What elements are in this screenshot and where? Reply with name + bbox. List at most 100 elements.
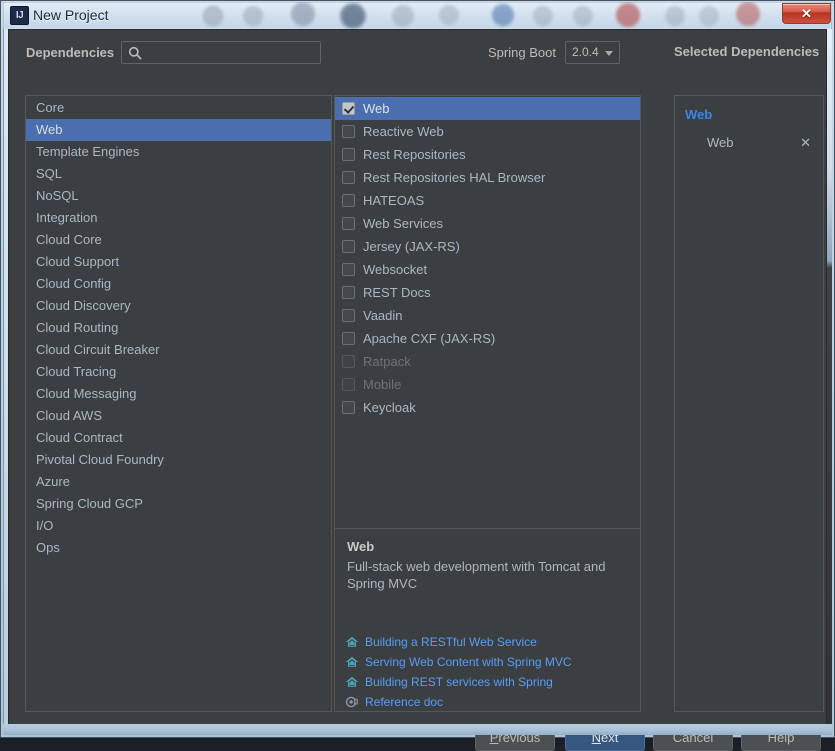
checkbox-icon[interactable] [342, 240, 355, 253]
category-row[interactable]: Spring Cloud GCP [26, 493, 331, 515]
dependency-option-row[interactable]: Jersey (JAX-RS) [335, 235, 640, 258]
category-label: Cloud Routing [36, 320, 119, 335]
dependency-option-row[interactable]: Web Services [335, 212, 640, 235]
category-row[interactable]: Azure [26, 471, 331, 493]
category-row[interactable]: Cloud Core [26, 229, 331, 251]
category-row[interactable]: I/O [26, 515, 331, 537]
category-row[interactable]: Cloud Routing [26, 317, 331, 339]
category-label: Azure [36, 474, 70, 489]
checkbox-icon [342, 378, 355, 391]
info-link-label[interactable]: Reference doc [365, 695, 443, 710]
remove-dependency-icon[interactable]: ✕ [800, 132, 811, 154]
category-row[interactable]: Cloud Circuit Breaker [26, 339, 331, 361]
checkbox-icon[interactable] [342, 286, 355, 299]
category-label: Cloud Support [36, 254, 120, 269]
dependency-categories-panel: Core Web Template Engines SQL NoSQL Integrati… [25, 95, 332, 712]
title-bar-background [3, 2, 832, 29]
checkbox-icon [342, 355, 355, 368]
checkbox-icon[interactable] [342, 125, 355, 138]
category-label: Cloud Messaging [36, 386, 137, 401]
category-row[interactable]: Ops [26, 537, 331, 559]
category-row[interactable]: Cloud AWS [26, 405, 331, 427]
dialog-content: Dependencies Spring Boot 2.0.4 Selected … [8, 29, 827, 751]
category-row[interactable]: Cloud Config [26, 273, 331, 295]
dependency-option-row[interactable]: Rest Repositories HAL Browser [335, 166, 640, 189]
dependency-option-row[interactable]: HATEOAS [335, 189, 640, 212]
dependency-option-label: Apache CXF (JAX-RS) [363, 331, 496, 346]
category-row[interactable]: NoSQL [26, 185, 331, 207]
category-row[interactable]: SQL [26, 163, 331, 185]
category-row[interactable]: Core [26, 97, 331, 119]
dependency-option-label: HATEOAS [363, 193, 425, 208]
info-link-row[interactable]: Reference doc [345, 692, 635, 711]
spring-boot-version-value: 2.0.4 [572, 45, 599, 59]
dependency-option-row[interactable]: REST Docs [335, 281, 640, 304]
dependency-option-label: Keycloak [363, 400, 416, 415]
dependency-option-label: Vaadin [363, 308, 403, 323]
category-label: Cloud AWS [36, 408, 102, 423]
category-row[interactable]: Integration [26, 207, 331, 229]
category-row[interactable]: Pivotal Cloud Foundry [26, 449, 331, 471]
info-link-row[interactable]: Building a RESTful Web Service [345, 632, 635, 652]
checkbox-icon[interactable] [342, 171, 355, 184]
category-row[interactable]: Template Engines [26, 141, 331, 163]
category-row[interactable]: Cloud Support [26, 251, 331, 273]
dependency-category-list[interactable]: Core Web Template Engines SQL NoSQL Integrati… [26, 96, 331, 559]
selected-dependency-item[interactable]: Web ✕ [675, 132, 823, 154]
dependency-option-label: Mobile [363, 377, 402, 392]
window-right-edge [827, 29, 832, 731]
checkbox-icon[interactable] [342, 332, 355, 345]
spring-boot-version-dropdown[interactable]: 2.0.4 [565, 41, 620, 64]
dependency-option-row[interactable]: Reactive Web [335, 120, 640, 143]
info-link-label[interactable]: Building REST services with Spring [365, 675, 553, 690]
dependency-option-row[interactable]: Rest Repositories [335, 143, 640, 166]
category-row[interactable]: Cloud Tracing [26, 361, 331, 383]
info-link-row[interactable]: Serving Web Content with Spring MVC [345, 652, 635, 672]
dependency-option-label: Websocket [363, 262, 428, 277]
checkbox-icon[interactable] [342, 194, 355, 207]
dependency-option-row[interactable]: Apache CXF (JAX-RS) [335, 327, 640, 350]
dependency-option-row[interactable]: Web [335, 97, 640, 120]
category-row[interactable]: Cloud Contract [26, 427, 331, 449]
checkbox-checked-icon[interactable] [342, 102, 355, 115]
search-field[interactable] [121, 41, 321, 65]
category-label: Cloud Discovery [36, 298, 131, 313]
checkbox-icon[interactable] [342, 263, 355, 276]
window-bottom-edge [3, 724, 832, 735]
selected-dependencies-panel: Web Web ✕ [674, 95, 824, 712]
category-label: Ops [36, 540, 60, 555]
dependency-option-label: Ratpack [363, 354, 411, 369]
dependency-option-row: Ratpack [335, 350, 640, 373]
dependency-option-list[interactable]: Web Reactive Web Rest Repositories Rest Rep… [335, 96, 640, 419]
guide-home-icon [345, 635, 359, 649]
category-label: Web [36, 122, 63, 137]
category-label: I/O [36, 518, 54, 533]
info-link-label[interactable]: Serving Web Content with Spring MVC [365, 655, 572, 670]
info-title: Web [347, 539, 375, 554]
selected-dependency-name: Web [707, 135, 734, 150]
dependency-option-label: REST Docs [363, 285, 431, 300]
checkbox-icon[interactable] [342, 401, 355, 414]
dependency-option-row[interactable]: Vaadin [335, 304, 640, 327]
category-label: Cloud Core [36, 232, 102, 247]
dependency-option-row[interactable]: Websocket [335, 258, 640, 281]
category-row[interactable]: Web [26, 119, 331, 141]
info-link-row[interactable]: Building REST services with Spring [345, 672, 635, 692]
category-row[interactable]: Cloud Messaging [26, 383, 331, 405]
category-label: SQL [36, 166, 63, 181]
dependency-option-label: Rest Repositories HAL Browser [363, 170, 546, 185]
dependency-option-label: Web Services [363, 216, 443, 231]
checkbox-icon[interactable] [342, 148, 355, 161]
checkbox-icon[interactable] [342, 309, 355, 322]
new-project-dialog-window: IJ New Project ✕ Dependencies Spring Boo… [0, 0, 835, 751]
info-links-list: Building a RESTful Web Service Serving We… [345, 632, 635, 711]
checkbox-icon[interactable] [342, 217, 355, 230]
search-input[interactable] [146, 42, 320, 65]
close-window-button[interactable]: ✕ [782, 3, 831, 24]
window-title: New Project [33, 7, 109, 23]
category-row[interactable]: Cloud Discovery [26, 295, 331, 317]
category-label: Pivotal Cloud Foundry [36, 452, 164, 467]
title-bar[interactable]: IJ New Project ✕ [3, 2, 832, 29]
info-link-label[interactable]: Building a RESTful Web Service [365, 635, 537, 650]
dependency-option-row[interactable]: Keycloak [335, 396, 640, 419]
